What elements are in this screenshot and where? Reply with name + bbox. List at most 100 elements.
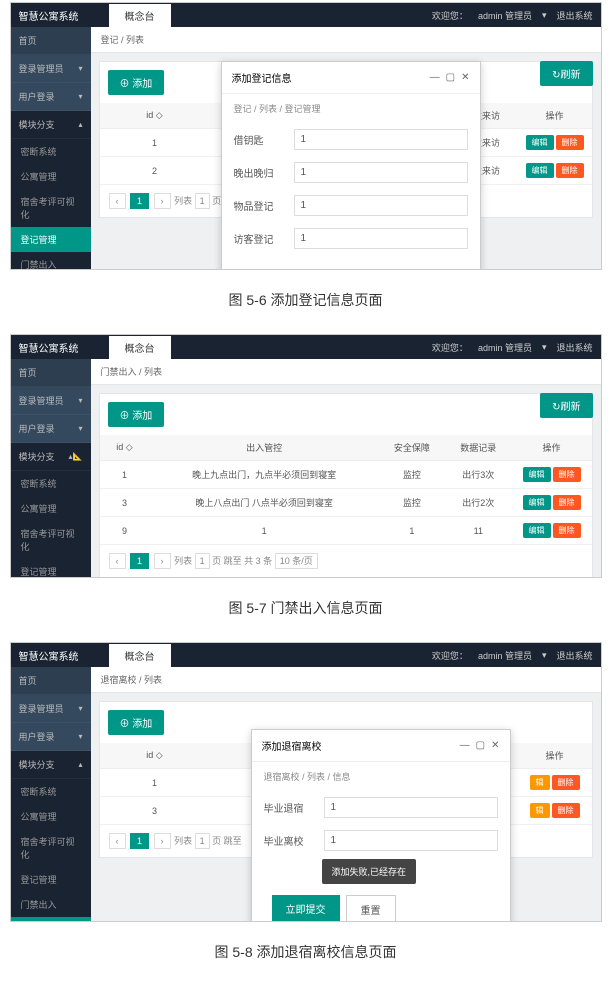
- key-input[interactable]: [294, 129, 468, 150]
- modal-breadcrumb: 登记 / 列表 / 登记管理: [222, 94, 480, 123]
- welcome-label: 欢迎您：: [432, 341, 468, 354]
- figure-caption: 图 5-6 添加登记信息页面: [0, 272, 611, 332]
- sidebar: 首页 登录管理员▾ 用户登录▾ 模块分支▴ 密断系统 公寓管理 宿舍考评可视化 …: [11, 667, 91, 922]
- maximize-icon[interactable]: ▢: [476, 740, 485, 751]
- sidebar-item-apartment[interactable]: 公寓管理: [11, 804, 91, 829]
- chevron-down-icon[interactable]: ▾: [542, 342, 547, 353]
- sidebar-item-userreg[interactable]: 用户登录▾: [11, 723, 91, 751]
- sidebar-item-gate[interactable]: 门禁出入: [11, 252, 91, 270]
- sidebar-item-admin[interactable]: 登录管理员▾: [11, 695, 91, 723]
- delete-button[interactable]: 删除: [553, 467, 581, 482]
- sidebar-item-gate[interactable]: 门禁出入: [11, 892, 91, 917]
- sidebar-item-admin[interactable]: 登录管理员▾: [11, 387, 91, 415]
- pager-prev[interactable]: ‹: [109, 193, 126, 209]
- pager-page[interactable]: 1: [130, 553, 149, 569]
- chevron-down-icon[interactable]: ▾: [542, 650, 547, 661]
- tab-concept[interactable]: 概念台: [109, 4, 171, 27]
- graduate-checkout-input[interactable]: [324, 797, 498, 818]
- refresh-button[interactable]: ↻刷新: [540, 61, 592, 86]
- pager-next[interactable]: ›: [154, 553, 171, 569]
- edit-button[interactable]: 编辑: [526, 163, 554, 178]
- edit-button[interactable]: 辑: [530, 775, 550, 790]
- table-row: 1晚上九点出门，九点半必须回到寝室监控出行3次编辑删除: [100, 461, 592, 489]
- modal-title: 添加退宿离校: [262, 738, 322, 753]
- sidebar-item-userreg[interactable]: 用户登录▾: [11, 83, 91, 111]
- delete-button[interactable]: 删除: [556, 163, 584, 178]
- sidebar-item-apartment[interactable]: 公寓管理: [11, 496, 91, 521]
- screenshot-2: 智慧公寓系统 概念台 欢迎您： admin 管理员▾ 退出系统 首页 登录管理员…: [10, 334, 602, 578]
- add-button[interactable]: ⊕ 添加: [108, 402, 165, 427]
- sidebar-item-module[interactable]: 模块分支▴: [11, 111, 91, 139]
- add-button[interactable]: ⊕ 添加: [108, 710, 165, 735]
- edit-button[interactable]: 编辑: [526, 135, 554, 150]
- sidebar-item-apartment[interactable]: 公寓管理: [11, 164, 91, 189]
- user-label: admin 管理员: [478, 9, 532, 22]
- edit-button[interactable]: 编辑: [523, 523, 551, 538]
- chevron-down-icon: ▾: [78, 732, 82, 741]
- breadcrumb: 门禁出入 / 列表: [91, 359, 601, 385]
- delete-button[interactable]: 删除: [552, 775, 580, 790]
- sidebar-item-home[interactable]: 首页: [11, 359, 91, 387]
- minimize-icon[interactable]: —: [430, 72, 440, 83]
- graduate-leave-input[interactable]: [324, 830, 498, 851]
- sidebar-item-register[interactable]: 登记管理: [11, 227, 91, 252]
- maximize-icon[interactable]: ▢: [446, 72, 455, 83]
- modal-breadcrumb: 退宿离校 / 列表 / 信息: [252, 762, 510, 791]
- delete-button[interactable]: 删除: [556, 135, 584, 150]
- sidebar-item-system[interactable]: 密断系统: [11, 471, 91, 496]
- close-icon[interactable]: ✕: [491, 740, 499, 751]
- refresh-button[interactable]: ↻刷新: [540, 393, 592, 418]
- sidebar-item-module[interactable]: 模块分支▴: [11, 751, 91, 779]
- chevron-down-icon[interactable]: ▾: [542, 10, 547, 21]
- figure-caption: 图 5-8 添加退宿离校信息页面: [0, 924, 611, 984]
- tab-concept[interactable]: 概念台: [109, 336, 171, 359]
- add-button[interactable]: ⊕ 添加: [108, 70, 165, 95]
- edit-button[interactable]: 编辑: [523, 495, 551, 510]
- logout-link[interactable]: 退出系统: [556, 341, 592, 354]
- sidebar-item-home[interactable]: 首页: [11, 667, 91, 695]
- sidebar-item-home[interactable]: 首页: [11, 27, 91, 55]
- pager-next[interactable]: ›: [154, 193, 171, 209]
- pager-prev[interactable]: ‹: [109, 833, 126, 849]
- sidebar-item-dormviz[interactable]: 宿舍考评可视化: [11, 189, 91, 227]
- visitor-input[interactable]: [294, 228, 468, 249]
- add-register-modal: 添加登记信息 — ▢ ✕ 登记 / 列表 / 登记管理 借钥匙 晚出晚归 物品登…: [221, 61, 481, 270]
- breadcrumb: 退宿离校 / 列表: [91, 667, 601, 693]
- sidebar-item-register[interactable]: 登记管理: [11, 559, 91, 578]
- sidebar-item-system[interactable]: 密断系统: [11, 139, 91, 164]
- sidebar-item-admin[interactable]: 登录管理员▾: [11, 55, 91, 83]
- error-toast: 添加失败,已经存在: [322, 859, 417, 884]
- sidebar-item-dormviz[interactable]: 宿舍考评可视化: [11, 521, 91, 559]
- welcome-label: 欢迎您：: [432, 9, 468, 22]
- tab-concept[interactable]: 概念台: [109, 644, 171, 667]
- brand: 智慧公寓系统: [19, 648, 79, 663]
- late-input[interactable]: [294, 162, 468, 183]
- sidebar-item-leave[interactable]: 退宿离校: [11, 917, 91, 922]
- sidebar-item-system[interactable]: 密断系统: [11, 779, 91, 804]
- sidebar-item-dormviz[interactable]: 宿舍考评可视化: [11, 829, 91, 867]
- sidebar-item-register[interactable]: 登记管理: [11, 867, 91, 892]
- pager-next[interactable]: ›: [154, 833, 171, 849]
- delete-button[interactable]: 删除: [552, 803, 580, 818]
- user-label: admin 管理员: [478, 341, 532, 354]
- pager: ‹ 1 › 列表 1 页 跳至 共 3 条 10 条/页: [100, 545, 592, 577]
- topbar: 智慧公寓系统 概念台 欢迎您： admin 管理员▾ 退出系统: [11, 3, 601, 27]
- chevron-down-icon: ▾: [78, 64, 82, 73]
- sidebar-item-userreg[interactable]: 用户登录▾: [11, 415, 91, 443]
- reset-button[interactable]: 重置: [346, 895, 396, 922]
- pager-prev[interactable]: ‹: [109, 553, 126, 569]
- edit-button[interactable]: 编辑: [523, 467, 551, 482]
- edit-button[interactable]: 辑: [530, 803, 550, 818]
- close-icon[interactable]: ✕: [461, 72, 469, 83]
- submit-button[interactable]: 立即提交: [272, 895, 340, 922]
- logout-link[interactable]: 退出系统: [556, 649, 592, 662]
- pager-page[interactable]: 1: [130, 193, 149, 209]
- minimize-icon[interactable]: —: [460, 740, 470, 751]
- logout-link[interactable]: 退出系统: [556, 9, 592, 22]
- chevron-up-icon: ▴📐: [69, 452, 83, 461]
- delete-button[interactable]: 删除: [553, 523, 581, 538]
- pager-page[interactable]: 1: [130, 833, 149, 849]
- sidebar-item-module[interactable]: 模块分支▴📐: [11, 443, 91, 471]
- delete-button[interactable]: 删除: [553, 495, 581, 510]
- item-input[interactable]: [294, 195, 468, 216]
